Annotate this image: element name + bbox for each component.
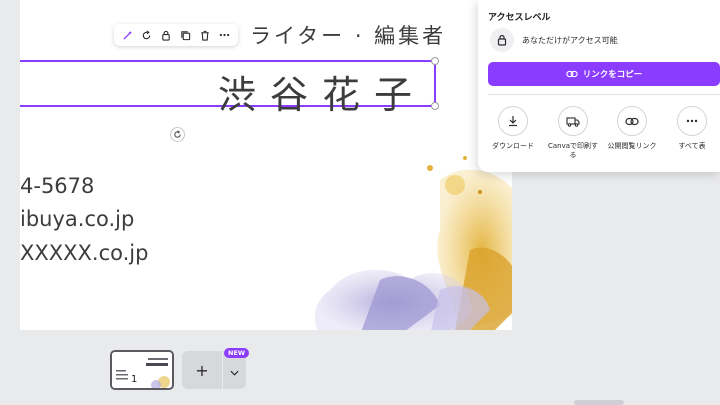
chevron-down-icon — [230, 361, 239, 380]
download-icon — [498, 106, 528, 136]
website-text[interactable]: ibuya.co.jp — [20, 207, 134, 231]
see-all-label: すべて表 — [678, 142, 706, 150]
rotate-icon[interactable] — [140, 28, 154, 42]
access-level-selector[interactable]: あなただけがアクセス可能 — [490, 28, 618, 52]
link-icon — [617, 106, 647, 136]
new-badge: NEW — [224, 348, 250, 358]
see-all-option[interactable]: すべて表 — [660, 106, 720, 151]
duplicate-icon[interactable] — [179, 28, 193, 42]
link-icon — [566, 70, 578, 78]
add-page-button[interactable]: + — [182, 351, 222, 389]
print-with-canva-option[interactable]: Canvaで印刷す る — [541, 106, 605, 160]
public-view-link-option[interactable]: 公開閲覧リンク — [600, 106, 664, 151]
email-text[interactable]: XXXXX.co.jp — [20, 241, 148, 265]
job-title-text[interactable]: ライター · 編集者 — [250, 20, 446, 50]
magic-edit-icon[interactable] — [121, 28, 135, 42]
lock-icon — [490, 28, 514, 52]
share-panel: アクセスレベル あなただけがアクセス可能 リンクをコピー ダウンロード Canv… — [478, 0, 720, 172]
page-thumbnail[interactable] — [110, 350, 174, 390]
watercolor-splash-image — [314, 156, 512, 330]
download-label: ダウンロード — [492, 142, 534, 150]
divider — [488, 94, 720, 95]
name-text[interactable]: 渋谷花子 — [218, 64, 426, 119]
access-level-text: あなただけがアクセス可能 — [522, 35, 618, 45]
download-option[interactable]: ダウンロード — [481, 106, 545, 151]
resize-handle-top-right[interactable] — [431, 57, 439, 65]
access-level-title: アクセスレベル — [488, 13, 551, 23]
thumbnail-preview-image — [112, 352, 172, 388]
rotate-handle-icon[interactable] — [170, 127, 185, 142]
print-label: Canvaで印刷す る — [547, 142, 599, 159]
resize-handle-bottom-right[interactable] — [431, 102, 439, 110]
trash-icon[interactable] — [198, 28, 212, 42]
page-number: 1 — [129, 374, 140, 385]
more-icon[interactable] — [217, 28, 231, 42]
copy-link-button[interactable]: リンクをコピー — [488, 62, 720, 86]
phone-text[interactable]: 4-5678 — [20, 174, 94, 198]
copy-link-label: リンクをコピー — [582, 70, 643, 80]
lock-icon[interactable] — [159, 28, 173, 42]
name-text-selection[interactable]: 渋谷花子 — [20, 57, 439, 117]
public-link-label: 公開閲覧リンク — [607, 142, 657, 150]
horizontal-scrollbar[interactable] — [574, 400, 624, 405]
truck-icon — [558, 106, 588, 136]
more-icon — [677, 106, 707, 136]
element-toolbar — [114, 24, 238, 46]
